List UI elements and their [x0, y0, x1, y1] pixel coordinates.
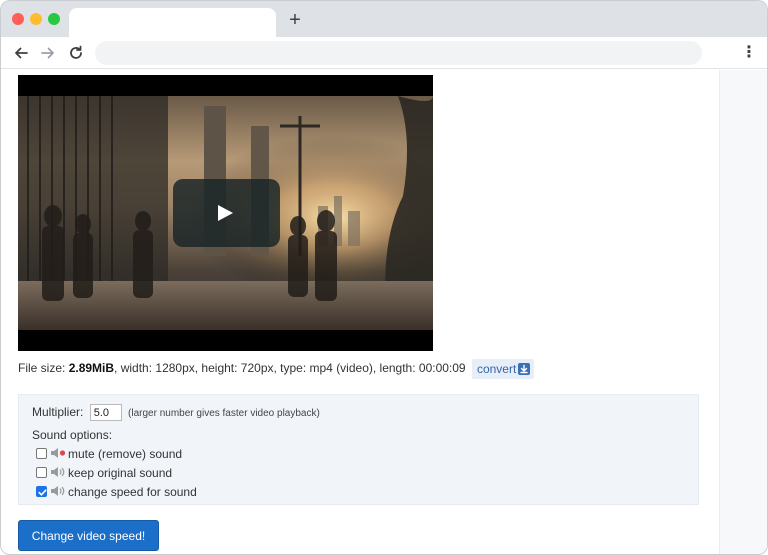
file-info: File size: 2.89MiB, width: 1280px, heigh…: [18, 359, 535, 379]
reload-icon[interactable]: [67, 44, 85, 62]
change-speed-checkbox[interactable]: [36, 486, 47, 497]
tab-strip: +: [1, 1, 767, 37]
address-bar[interactable]: [95, 41, 702, 65]
close-window-button[interactable]: [12, 13, 24, 25]
keep-sound-checkbox[interactable]: [36, 467, 47, 478]
keep-sound-label: keep original sound: [68, 466, 173, 480]
sound-option-keep[interactable]: keep original sound: [36, 465, 172, 481]
new-tab-button[interactable]: +: [286, 10, 304, 30]
multiplier-hint: (larger number gives faster video playba…: [128, 408, 320, 419]
video-player[interactable]: [18, 75, 433, 351]
browser-toolbar: ⋮: [1, 37, 767, 69]
download-arrow-icon: [518, 363, 531, 375]
active-tab[interactable]: [69, 8, 276, 37]
minimize-window-button[interactable]: [30, 13, 42, 25]
multiplier-row: Multiplier: (larger number gives faster …: [32, 404, 320, 422]
file-info-prefix: File size:: [18, 361, 69, 376]
browser-window: + ⋮ File size: 2.89MiB, width: 1280px, h…: [0, 0, 768, 555]
forward-arrow-icon[interactable]: [39, 44, 57, 62]
speaker-icon: [51, 467, 65, 477]
multiplier-label: Multiplier:: [32, 405, 84, 419]
file-info-details: , width: 1280px, height: 720px, type: mp…: [114, 361, 466, 376]
browser-menu-button[interactable]: ⋮: [741, 43, 757, 63]
sound-option-change-speed[interactable]: change speed for sound: [36, 484, 197, 500]
back-arrow-icon[interactable]: [12, 44, 30, 62]
convert-button[interactable]: convert: [471, 359, 535, 379]
mute-label: mute (remove) sound: [68, 447, 183, 461]
options-panel: Multiplier: (larger number gives faster …: [18, 394, 699, 505]
change-speed-label: change speed for sound: [68, 485, 197, 499]
play-icon: [218, 205, 233, 221]
speaker-icon: [51, 486, 65, 496]
muted-speaker-icon: [51, 448, 66, 458]
file-size-value: 2.89MiB: [68, 361, 115, 376]
sound-option-mute[interactable]: mute (remove) sound: [36, 446, 182, 462]
play-button[interactable]: [173, 179, 280, 247]
maximize-window-button[interactable]: [48, 13, 60, 25]
convert-label: convert: [476, 362, 517, 376]
change-video-speed-button[interactable]: Change video speed!: [18, 520, 159, 551]
multiplier-input[interactable]: [89, 404, 122, 422]
page-gutter: [719, 70, 767, 554]
page-content: File size: 2.89MiB, width: 1280px, heigh…: [1, 70, 767, 554]
mute-checkbox[interactable]: [36, 448, 47, 459]
sound-options-label: Sound options:: [32, 428, 113, 442]
video-frame: [18, 96, 433, 330]
